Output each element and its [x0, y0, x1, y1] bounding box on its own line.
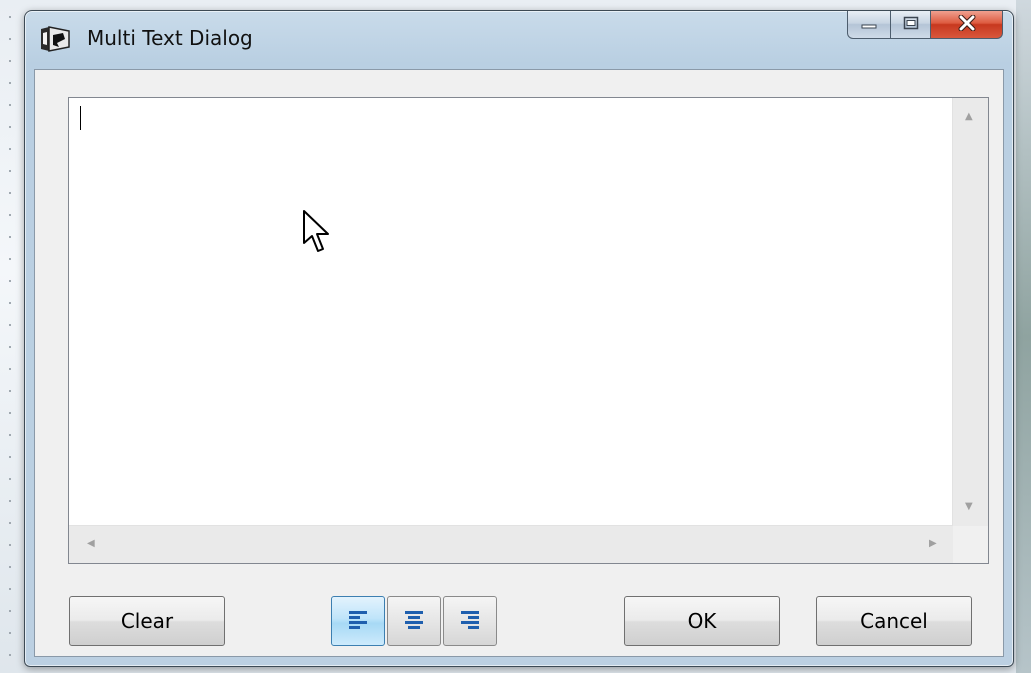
close-button[interactable] [931, 11, 1003, 39]
background-window-edge [1016, 0, 1031, 673]
scroll-right-arrow-icon[interactable]: ▶ [929, 539, 937, 549]
app-icon [39, 25, 71, 53]
align-right-button[interactable] [443, 596, 497, 646]
multi-text-dialog: Multi Text Dialog ▲ ▼ ◀ ▶ Clear OK Cance… [24, 10, 1014, 667]
text-editor-frame: ▲ ▼ ◀ ▶ [68, 97, 989, 564]
ok-button[interactable]: OK [624, 596, 780, 646]
scrollbar-corner [953, 526, 988, 563]
dialog-body: ▲ ▼ ◀ ▶ Clear OK Cancel [34, 69, 1004, 657]
caption-buttons [847, 11, 1003, 41]
alignment-toolbar [331, 596, 497, 646]
clear-button[interactable]: Clear [69, 596, 225, 646]
minimize-button[interactable] [847, 11, 891, 39]
minimize-icon [861, 17, 877, 32]
align-left-button[interactable] [331, 596, 385, 646]
maximize-button[interactable] [891, 11, 931, 39]
align-center-button[interactable] [387, 596, 441, 646]
window-title: Multi Text Dialog [87, 26, 253, 50]
multi-text-input[interactable] [69, 98, 953, 526]
maximize-icon [903, 16, 919, 33]
scroll-left-arrow-icon[interactable]: ◀ [87, 539, 95, 549]
close-icon [958, 14, 976, 34]
align-center-icon [403, 609, 425, 634]
scroll-down-arrow-icon[interactable]: ▼ [965, 502, 973, 512]
mouse-pointer-icon [302, 209, 332, 259]
scroll-up-arrow-icon[interactable]: ▲ [965, 112, 973, 122]
background-dotted-guide [0, 0, 12, 673]
horizontal-scrollbar[interactable]: ◀ ▶ [69, 525, 953, 563]
vertical-scrollbar[interactable]: ▲ ▼ [952, 98, 988, 526]
align-right-icon [459, 609, 481, 634]
cancel-button[interactable]: Cancel [816, 596, 972, 646]
align-left-icon [347, 609, 369, 634]
text-caret [80, 106, 81, 130]
title-bar[interactable]: Multi Text Dialog [25, 11, 1013, 71]
